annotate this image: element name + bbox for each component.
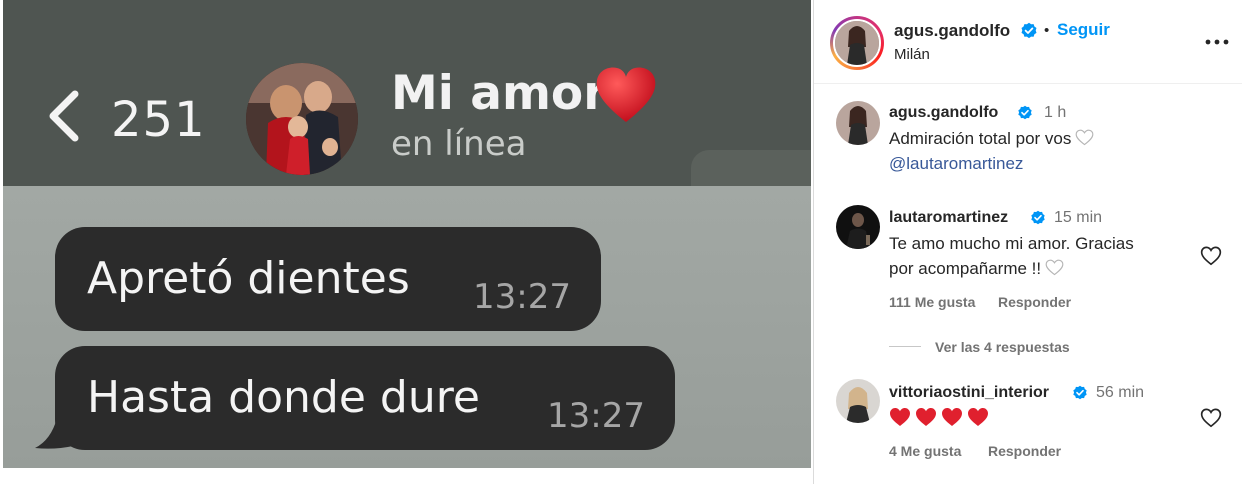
comment-username[interactable]: lautaromartinez [889, 209, 1008, 227]
caption-text: Admiración total por vos @lautaromartine… [889, 126, 1189, 176]
author-avatar[interactable] [833, 19, 881, 67]
caption-body: Admiración total por vos [889, 129, 1072, 148]
post-header: agus.gandolfo • Seguir Milán [814, 0, 1242, 84]
comment-text-line: Te amo mucho mi amor. Gracias [889, 234, 1134, 253]
view-replies-button[interactable]: Ver las 4 respuestas [935, 339, 1070, 355]
like-heart-icon[interactable] [1200, 407, 1222, 429]
like-heart-icon[interactable] [1200, 245, 1222, 267]
avatar[interactable] [836, 205, 880, 249]
avatar[interactable] [836, 379, 880, 423]
message-bubble: Apretó dientes 13:27 [55, 227, 601, 331]
heart-emoji-row [889, 408, 993, 428]
post-image[interactable]: 251 Mi amor en línea Apretó dientes 13:2… [0, 0, 813, 484]
more-options-icon[interactable] [1203, 32, 1231, 52]
dot-separator: • [1044, 22, 1050, 39]
red-heart-emoji-icon [968, 408, 988, 426]
red-heart-emoji-icon [916, 408, 936, 426]
avatar[interactable] [836, 101, 880, 145]
red-heart-emoji-icon [942, 408, 962, 426]
message-time: 13:27 [473, 277, 571, 317]
unread-count: 251 [111, 92, 206, 148]
caption-username[interactable]: agus.gandolfo [889, 104, 998, 122]
red-heart-icon [596, 67, 656, 122]
comment-time[interactable]: 56 min [1096, 384, 1144, 402]
contact-avatar [246, 63, 358, 175]
post-location[interactable]: Milán [894, 46, 930, 63]
verified-badge-icon [1073, 385, 1087, 400]
like-count[interactable]: 4 Me gusta [889, 443, 961, 459]
follow-button[interactable]: Seguir [1057, 20, 1110, 40]
replies-divider [889, 346, 921, 347]
red-heart-emoji-icon [890, 408, 910, 426]
comment-time[interactable]: 15 min [1054, 209, 1102, 227]
caption-time[interactable]: 1 h [1044, 104, 1066, 122]
verified-badge-icon [1031, 210, 1045, 225]
verified-badge-icon [1018, 105, 1032, 120]
white-heart-icon [1045, 259, 1064, 276]
white-heart-icon [1075, 129, 1094, 146]
author-story-ring[interactable] [830, 16, 884, 70]
contact-status: en línea [391, 124, 527, 164]
back-chevron-icon [49, 90, 79, 142]
verified-badge-icon [1021, 22, 1037, 39]
bubble-tail [35, 418, 73, 449]
reply-button[interactable]: Responder [998, 294, 1071, 310]
mention-link[interactable]: @lautaromartinez [889, 154, 1023, 173]
reply-button[interactable]: Responder [988, 443, 1061, 459]
chat-header: 251 Mi amor en línea [3, 0, 811, 186]
comment-text-line: por acompañarme !! [889, 259, 1042, 278]
message-text: Apretó dientes [87, 253, 410, 304]
contact-name: Mi amor [391, 66, 607, 121]
chat-screenshot: 251 Mi amor en línea Apretó dientes 13:2… [3, 0, 811, 468]
header-shade [691, 150, 811, 186]
message-bubble: Hasta donde dure 13:27 [55, 346, 675, 450]
post-panel: agus.gandolfo • Seguir Milán agus.gandol… [813, 0, 1242, 484]
like-count[interactable]: 111 Me gusta [889, 294, 975, 310]
comment-username[interactable]: vittoriaostini_interior [889, 384, 1049, 402]
author-username[interactable]: agus.gandolfo [894, 21, 1010, 41]
message-text: Hasta donde dure [87, 372, 480, 423]
message-time: 13:27 [547, 396, 645, 436]
chat-body: Apretó dientes 13:27 Hasta donde dure 13… [3, 186, 811, 468]
comment-hearts: ❤️❤️❤️❤️ [889, 406, 1189, 431]
comment-text: Te amo mucho mi amor. Gracias por acompa… [889, 231, 1199, 281]
